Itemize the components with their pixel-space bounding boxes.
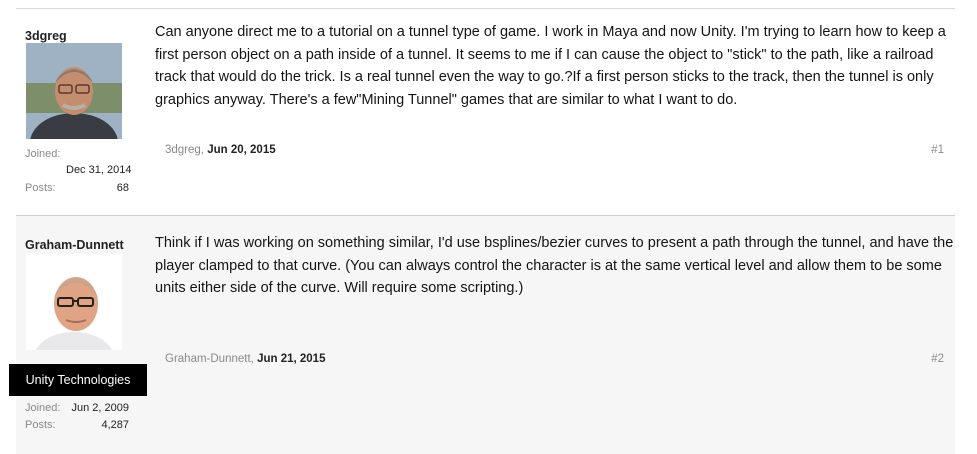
- posts-count: 68: [116, 182, 129, 194]
- forum-post-2: Graham-Dunnett Unity Technologies Joined…: [9, 215, 955, 454]
- post-byline: Graham-Dunnett, Jun 21, 2015: [165, 353, 325, 365]
- joined-value: Dec 31, 2014: [66, 164, 132, 176]
- post-date[interactable]: Jun 20, 2015: [207, 144, 275, 156]
- joined-value: Jun 2, 2009: [71, 402, 130, 414]
- avatar-photo-icon: [26, 254, 122, 350]
- joined-label: Joined:: [25, 402, 61, 414]
- post-username[interactable]: Graham-Dunnett: [25, 238, 124, 252]
- user-avatar[interactable]: [26, 254, 122, 350]
- post-date[interactable]: Jun 21, 2015: [257, 353, 325, 365]
- posts-count: 4,287: [101, 419, 129, 431]
- user-title-banner: Unity Technologies: [9, 364, 147, 396]
- post-username[interactable]: 3dgreg: [25, 29, 67, 43]
- joined-label: Joined:: [25, 148, 61, 160]
- post-number-link[interactable]: #2: [931, 353, 944, 365]
- posts-label: Posts:: [25, 182, 56, 194]
- avatar-photo-icon: [26, 43, 122, 139]
- post-number-link[interactable]: #1: [931, 144, 944, 156]
- post-message: Think if I was working on something simi…: [155, 235, 954, 296]
- post-author[interactable]: Graham-Dunnett,: [165, 353, 254, 365]
- post-byline: 3dgreg, Jun 20, 2015: [165, 144, 276, 156]
- posts-label: Posts:: [25, 419, 56, 431]
- post-message: Can anyone direct me to a tutorial on a …: [155, 24, 946, 108]
- post-author[interactable]: 3dgreg,: [165, 144, 204, 156]
- forum-post-1: 3dgreg Joined: Dec 31, 2014 Posts: 68 Ca…: [16, 8, 955, 207]
- user-avatar[interactable]: [26, 43, 122, 139]
